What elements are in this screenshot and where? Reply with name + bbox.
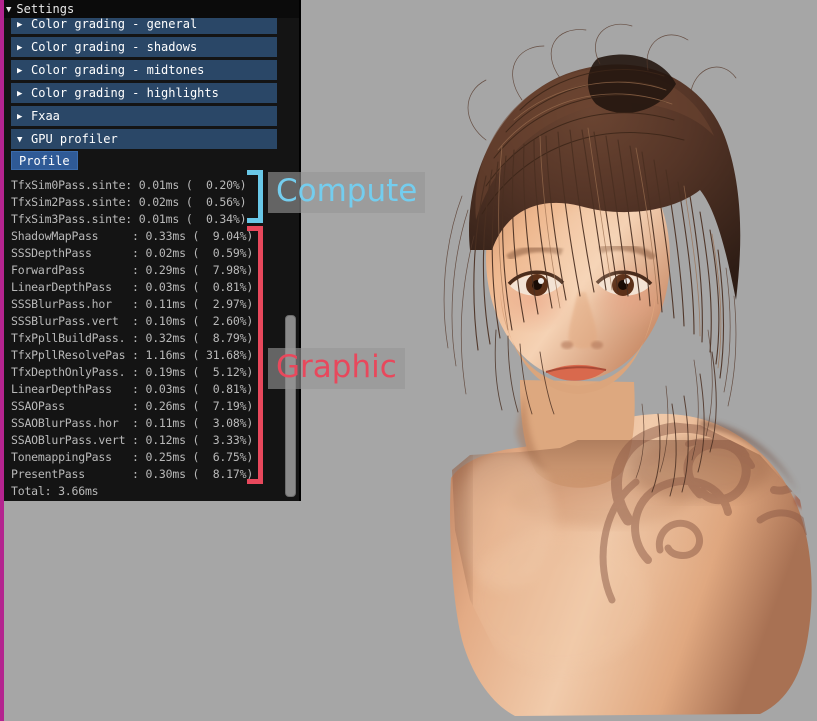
section-color-grading-highlights[interactable]: ▶Color grading - highlights	[11, 83, 277, 103]
triangle-right-icon[interactable]: ▶	[17, 84, 31, 104]
bracket-spine	[258, 170, 263, 223]
profiler-total-line: Total: 3.66ms	[11, 483, 261, 497]
profiler-line: SSAOBlurPass.vert : 0.12ms ( 3.33%)	[11, 432, 261, 449]
compute-group-bracket	[246, 170, 263, 223]
section-color-grading-midtones[interactable]: ▶Color grading - midtones	[11, 60, 277, 80]
profiler-line: TfxPpllResolvePas : 1.16ms ( 31.68%)	[11, 347, 261, 364]
profiler-line: PresentPass : 0.30ms ( 8.17%)	[11, 466, 261, 483]
bracket-spine	[258, 226, 263, 484]
section-color-grading-general[interactable]: ▶Color grading - general	[11, 18, 277, 34]
compute-annotation-label: Compute	[268, 172, 425, 213]
section-label: Color grading - general	[31, 18, 197, 31]
triangle-right-icon[interactable]: ▶	[17, 107, 31, 127]
triangle-right-icon[interactable]: ▶	[17, 18, 31, 35]
section-label: GPU profiler	[31, 132, 118, 146]
section-gpu-profiler[interactable]: ▼GPU profiler	[11, 129, 277, 149]
graphic-annotation-label: Graphic	[268, 348, 405, 389]
profiler-line: ShadowMapPass : 0.33ms ( 9.04%)	[11, 228, 261, 245]
settings-titlebar[interactable]: ▼ Settings	[0, 0, 299, 18]
profiler-line: SSAOBlurPass.hor : 0.11ms ( 3.08%)	[11, 415, 261, 432]
profiler-line: TonemappingPass : 0.25ms ( 6.75%)	[11, 449, 261, 466]
settings-scrollbar-track[interactable]	[283, 18, 297, 497]
profiler-line: LinearDepthPass : 0.03ms ( 0.81%)	[11, 279, 261, 296]
profiler-line: SSAOPass : 0.26ms ( 7.19%)	[11, 398, 261, 415]
section-label: Color grading - shadows	[31, 40, 197, 54]
section-fxaa[interactable]: ▶Fxaa	[11, 106, 277, 126]
profiler-line: ForwardPass : 0.29ms ( 7.98%)	[11, 262, 261, 279]
profiler-line: TfxPpllBuildPass. : 0.32ms ( 8.79%)	[11, 330, 261, 347]
profiler-line: TfxSim3Pass.sinte: 0.01ms ( 0.34%)	[11, 211, 261, 228]
profiler-line: SSSBlurPass.vert : 0.10ms ( 2.60%)	[11, 313, 261, 330]
triangle-down-icon[interactable]: ▼	[17, 130, 31, 150]
profiler-line: TfxSim0Pass.sinte: 0.01ms ( 0.20%)	[11, 177, 261, 194]
profiler-line: LinearDepthPass : 0.03ms ( 0.81%)	[11, 381, 261, 398]
profiler-line: TfxSim2Pass.sinte: 0.02ms ( 0.56%)	[11, 194, 261, 211]
settings-scrollbar-thumb[interactable]	[285, 315, 296, 497]
viewport-edge-accent	[0, 0, 4, 721]
profiler-line: TfxDepthOnlyPass. : 0.19ms ( 5.12%)	[11, 364, 261, 381]
section-label: Fxaa	[31, 109, 60, 123]
settings-title: Settings	[16, 2, 74, 16]
triangle-right-icon[interactable]: ▶	[17, 38, 31, 58]
profile-button[interactable]: Profile	[11, 151, 78, 170]
profiler-line: SSSBlurPass.hor : 0.11ms ( 2.97%)	[11, 296, 261, 313]
triangle-right-icon[interactable]: ▶	[17, 61, 31, 81]
graphic-group-bracket	[246, 226, 263, 484]
section-color-grading-shadows[interactable]: ▶Color grading - shadows	[11, 37, 277, 57]
section-label: Color grading - highlights	[31, 86, 219, 100]
triangle-down-icon[interactable]: ▼	[6, 1, 11, 19]
bracket-arm-bottom	[247, 218, 263, 223]
bracket-arm-bottom	[247, 479, 263, 484]
section-label: Color grading - midtones	[31, 63, 204, 77]
profiler-line: SSSDepthPass : 0.02ms ( 0.59%)	[11, 245, 261, 262]
